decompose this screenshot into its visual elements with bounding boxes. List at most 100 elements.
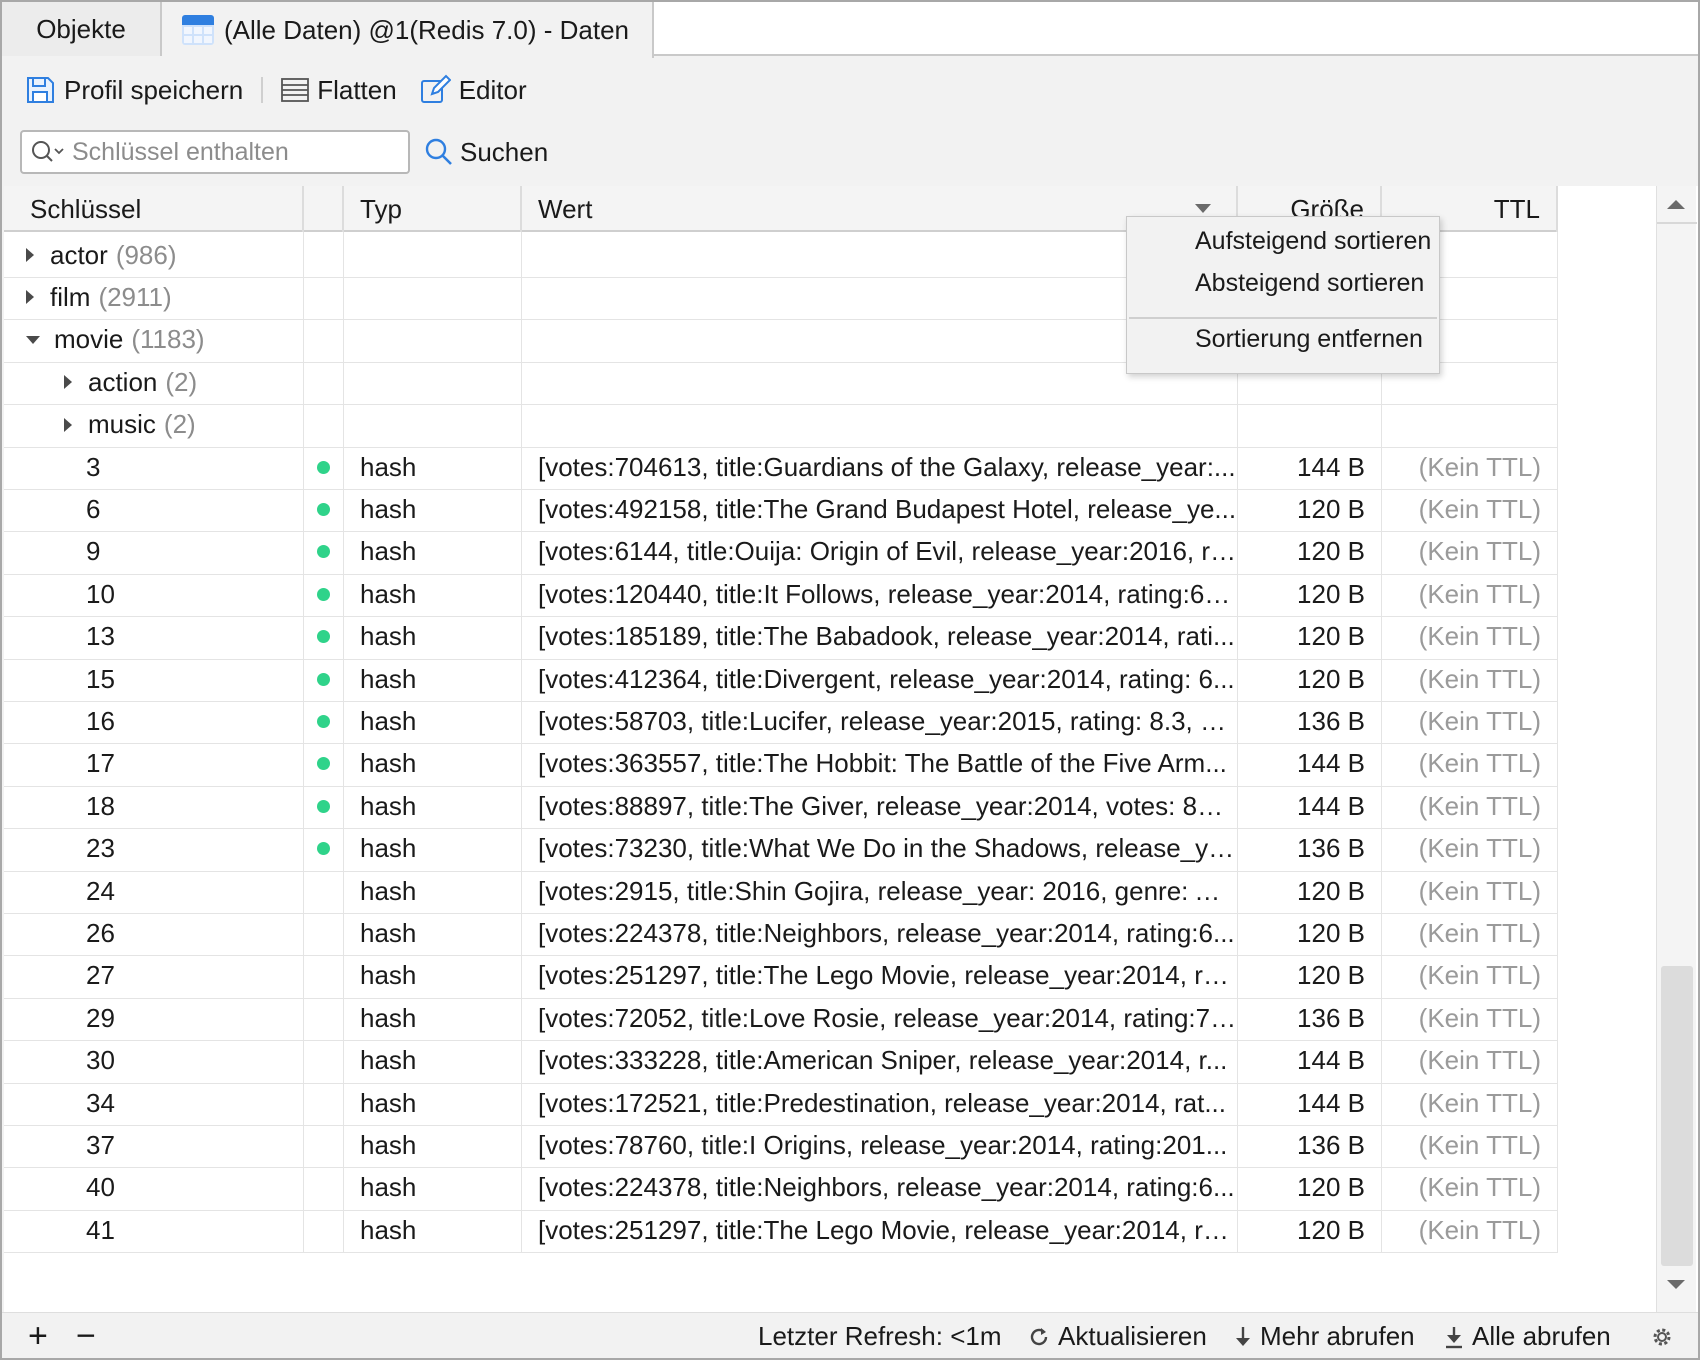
column-value-label: Wert bbox=[538, 193, 593, 224]
type-cell: hash bbox=[344, 571, 522, 618]
size-cell: 136 B bbox=[1238, 698, 1382, 745]
key-name: 29 bbox=[86, 1002, 115, 1033]
tree-group-row[interactable]: music (2) bbox=[4, 401, 1558, 448]
type-cell: hash bbox=[344, 910, 522, 957]
ttl-cell: (Kein TTL) bbox=[1382, 1122, 1558, 1169]
table-row[interactable]: 29 hash [votes:72052, title:Love Rosie, re… bbox=[4, 995, 1558, 1042]
search-icon bbox=[425, 138, 452, 165]
group-count: (2911) bbox=[98, 281, 172, 312]
flatten-button[interactable]: Flatten bbox=[275, 66, 403, 114]
grid-cell bbox=[1238, 401, 1382, 448]
grid-cell bbox=[304, 316, 344, 363]
expand-chevron-right-icon[interactable] bbox=[26, 248, 34, 262]
table-row[interactable]: 26 hash [votes:224378, title:Neighbors, re… bbox=[4, 910, 1558, 957]
table-row[interactable]: 27 hash [votes:251297, title:The Lego Movi… bbox=[4, 952, 1558, 999]
tab-data[interactable]: (Alle Daten) @1(Redis 7.0) - Daten bbox=[162, 2, 654, 58]
table-row[interactable]: 24 hash [votes:2915, title:Shin Gojira, re… bbox=[4, 868, 1558, 914]
sort-dropdown-icon[interactable] bbox=[1194, 203, 1212, 215]
table-row[interactable]: 9 hash [votes:6144, title:Ouija: Origin of… bbox=[4, 528, 1558, 575]
column-header-status[interactable] bbox=[304, 186, 344, 232]
fetch-more-button[interactable]: Mehr abrufen bbox=[1234, 1321, 1415, 1352]
tab-objects[interactable]: Objekte bbox=[2, 2, 162, 56]
save-profile-button[interactable]: Profil speichern bbox=[18, 66, 249, 114]
group-name: film bbox=[50, 281, 91, 312]
table-row[interactable]: 3 hash [votes:704613, title:Guardians of t… bbox=[4, 444, 1558, 490]
app-window: Objekte (Alle Daten) @1(Redis 7.0) - Dat… bbox=[0, 0, 1700, 1360]
expand-chevron-down-icon[interactable] bbox=[26, 335, 40, 344]
expand-chevron-right-icon[interactable] bbox=[26, 290, 34, 305]
value-cell: [votes:704613, title:Guardians of the Ga… bbox=[522, 444, 1238, 490]
scroll-down-arrow-icon[interactable] bbox=[1667, 1280, 1685, 1289]
table-row[interactable]: 37 hash [votes:78760, title:I Origins, rel… bbox=[4, 1122, 1558, 1169]
editor-button[interactable]: Editor bbox=[413, 66, 533, 114]
key-cell: 18 bbox=[4, 783, 304, 830]
settings-gear-icon[interactable] bbox=[1650, 1325, 1674, 1349]
table-row[interactable]: 15 hash [votes:412364, title:Divergent, re… bbox=[4, 656, 1558, 702]
scrollbar-thumb[interactable] bbox=[1661, 966, 1693, 1266]
column-header-type[interactable]: Typ bbox=[344, 186, 522, 232]
key-cell: 3 bbox=[4, 444, 304, 490]
ttl-cell: (Kein TTL) bbox=[1382, 995, 1558, 1042]
status-dot-icon bbox=[317, 460, 330, 474]
vertical-scrollbar[interactable] bbox=[1656, 186, 1697, 1312]
column-header-key[interactable]: Schlüssel bbox=[4, 186, 304, 232]
search-input[interactable] bbox=[72, 137, 392, 167]
grid-cell bbox=[304, 401, 344, 448]
type-cell: hash bbox=[344, 656, 522, 702]
table-row[interactable]: 34 hash [votes:172521, title:Predestinatio… bbox=[4, 1080, 1558, 1126]
refresh-icon bbox=[1030, 1327, 1048, 1345]
search-options-icon[interactable] bbox=[30, 139, 66, 165]
scroll-up-arrow-icon[interactable] bbox=[1667, 200, 1685, 209]
menu-item-remove-sort[interactable]: Sortierung entfernen bbox=[1195, 325, 1423, 354]
type-cell: hash bbox=[344, 1037, 522, 1084]
fetch-all-button[interactable]: Alle abrufen bbox=[1444, 1321, 1611, 1352]
table-row[interactable]: 18 hash [votes:88897, title:The Giver, rel… bbox=[4, 783, 1558, 830]
value-cell: [votes:363557, title:The Hobbit: The Bat… bbox=[522, 740, 1238, 787]
column-ttl-label: TTL bbox=[1493, 193, 1540, 224]
ttl-cell: (Kein TTL) bbox=[1382, 613, 1558, 660]
table-row[interactable]: 13 hash [votes:185189, title:The Babadook,… bbox=[4, 613, 1558, 660]
status-dot-icon bbox=[317, 630, 330, 644]
key-cell: 23 bbox=[4, 825, 304, 872]
type-cell: hash bbox=[344, 528, 522, 575]
size-cell: 120 B bbox=[1238, 868, 1382, 914]
value-text: [votes:2915, title:Shin Gojira, release_… bbox=[538, 875, 1237, 906]
status-cell bbox=[304, 1037, 344, 1084]
table-row[interactable]: 41 hash [votes:251297, title:The Lego Movi… bbox=[4, 1207, 1558, 1254]
search-row: Suchen bbox=[2, 122, 1698, 182]
key-name: 37 bbox=[86, 1129, 115, 1160]
table-row[interactable]: 6 hash [votes:492158, title:The Grand Buda… bbox=[4, 486, 1558, 533]
table-row[interactable]: 40 hash [votes:224378, title:Neighbors, re… bbox=[4, 1164, 1558, 1211]
refresh-button[interactable]: Aktualisieren bbox=[1028, 1321, 1207, 1352]
menu-item-sort-ascending[interactable]: Aufsteigend sortieren bbox=[1195, 227, 1431, 256]
table-row[interactable]: 16 hash [votes:58703, title:Lucifer, relea… bbox=[4, 698, 1558, 745]
table-row[interactable]: 10 hash [votes:120440, title:It Follows, r… bbox=[4, 571, 1558, 618]
save-profile-label: Profil speichern bbox=[64, 74, 244, 105]
grid-cell bbox=[522, 401, 1238, 448]
type-cell: hash bbox=[344, 783, 522, 830]
status-cell bbox=[304, 868, 344, 914]
remove-key-button[interactable]: − bbox=[76, 1317, 96, 1356]
table-row[interactable]: 23 hash [votes:73230, title:What We Do in … bbox=[4, 825, 1558, 872]
sort-context-menu: Aufsteigend sortieren Absteigend sortier… bbox=[1126, 216, 1440, 374]
key-cell: 41 bbox=[4, 1207, 304, 1254]
menu-item-sort-descending[interactable]: Absteigend sortieren bbox=[1195, 269, 1424, 298]
group-name: actor bbox=[50, 239, 108, 270]
ttl-cell: (Kein TTL) bbox=[1382, 1164, 1558, 1211]
status-dot-icon bbox=[317, 842, 330, 856]
grid-cell bbox=[304, 274, 344, 321]
ttl-cell: (Kein TTL) bbox=[1382, 868, 1558, 914]
table-row[interactable]: 30 hash [votes:333228, title:American Snip… bbox=[4, 1037, 1558, 1084]
search-button[interactable]: Suchen bbox=[424, 137, 548, 168]
size-cell: 144 B bbox=[1238, 740, 1382, 787]
value-text: [votes:72052, title:Love Rosie, release_… bbox=[538, 1002, 1237, 1033]
ttl-cell: (Kein TTL) bbox=[1382, 698, 1558, 745]
expand-chevron-right-icon[interactable] bbox=[64, 417, 72, 432]
key-name: 24 bbox=[86, 875, 115, 906]
group-count: (2) bbox=[163, 409, 196, 440]
expand-chevron-right-icon[interactable] bbox=[64, 375, 72, 390]
table-row[interactable]: 17 hash [votes:363557, title:The Hobbit: T… bbox=[4, 740, 1558, 787]
key-name: 3 bbox=[86, 451, 101, 482]
status-cell bbox=[304, 910, 344, 957]
add-key-button[interactable]: + bbox=[28, 1317, 48, 1356]
